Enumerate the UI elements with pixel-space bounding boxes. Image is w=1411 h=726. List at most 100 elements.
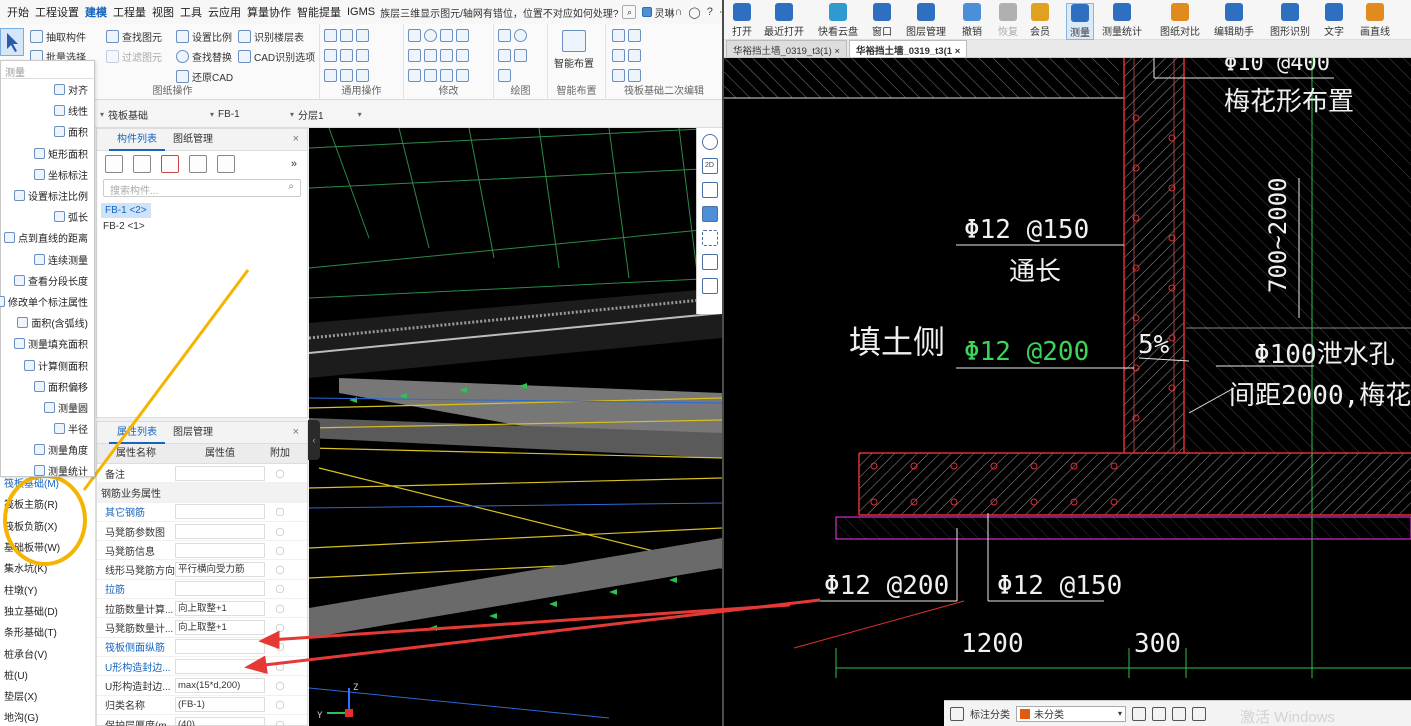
measure-item[interactable]: 测量圆 (1, 397, 94, 418)
category-item[interactable]: 筏板负筋(X) (0, 515, 95, 536)
toolbar-button[interactable]: 测量 (1066, 3, 1094, 40)
3d-model-view[interactable]: Y Z (309, 128, 722, 726)
zoom-extents-icon[interactable] (701, 230, 718, 246)
tab-layer-management[interactable]: 图层管理 (165, 422, 221, 444)
copy-icon[interactable] (1172, 706, 1186, 721)
property-value[interactable] (175, 504, 265, 520)
menu-cloud[interactable]: 云应用 (205, 4, 244, 20)
measure-item[interactable]: 对齐 (1, 79, 94, 100)
tab-component-list[interactable]: 构件列表 (109, 129, 165, 151)
toolbar-button[interactable]: 打开 (732, 3, 752, 38)
measure-search-input[interactable]: 测量 (1, 61, 94, 79)
component-item-fb2[interactable]: FB-2 <1> (97, 218, 307, 235)
property-value[interactable] (175, 639, 265, 655)
set-scale-button[interactable]: 设置比例 (176, 29, 232, 44)
document-tab-1[interactable]: 华裕挡土墙_0319_t3(1) × (726, 40, 847, 57)
property-add-checkbox[interactable]: ◯ (265, 662, 295, 671)
property-name[interactable]: 其它钢筋 (97, 504, 175, 519)
property-add-checkbox[interactable]: ◯ (265, 623, 295, 632)
display-settings-icon[interactable] (701, 254, 718, 270)
property-value[interactable]: 平行横向受力筋 (175, 562, 265, 578)
notification-icon[interactable]: ∩ (674, 6, 682, 19)
property-add-checkbox[interactable]: ◯ (265, 642, 295, 651)
toolbar-button[interactable]: 图层管理 (906, 3, 946, 38)
orbit-view-icon[interactable] (701, 134, 718, 150)
property-name[interactable]: 筏板侧面纵筋 (97, 639, 175, 654)
property-add-checkbox[interactable]: ◯ (265, 507, 295, 516)
toolbar-button[interactable]: 最近打开 (764, 3, 804, 38)
filter-element-button[interactable]: 过滤图元 (106, 49, 162, 64)
measure-item[interactable]: 修改单个标注属性 (0, 291, 94, 312)
measure-item[interactable]: 设置标注比例 (1, 185, 94, 206)
property-add-checkbox[interactable]: ◯ (265, 546, 295, 555)
solid-view-icon[interactable] (701, 206, 718, 222)
general-tool-1[interactable] (324, 29, 369, 42)
move-icon[interactable] (1152, 706, 1166, 721)
property-add-checkbox[interactable]: ◯ (265, 720, 295, 726)
menu-quantity[interactable]: 工程量 (110, 4, 149, 20)
close-icon[interactable]: × (955, 46, 961, 57)
component-type-combo[interactable]: ▾ 筏板基础 (100, 106, 148, 122)
cad-options-button[interactable]: CAD识别选项 (238, 49, 315, 64)
property-value[interactable]: max(15*d,200) (175, 677, 265, 693)
category-item[interactable]: 筏板主筋(R) (0, 493, 95, 514)
property-name[interactable]: U形构造封边... (97, 659, 175, 674)
copy-component-icon[interactable] (133, 155, 151, 173)
delete-component-icon[interactable] (161, 155, 179, 173)
measure-item[interactable]: 矩形面积 (1, 143, 94, 164)
measure-item[interactable]: 坐标标注 (1, 164, 94, 185)
property-add-checkbox[interactable]: ◯ (265, 700, 295, 709)
cad-drawing-canvas[interactable]: Φ10 @400 梅花形布置 Φ12 @150 通长 填土侧 Φ12 @200 … (724, 51, 1411, 726)
document-tab-2[interactable]: 华裕挡土墙_0319_t3(1 × (848, 40, 968, 57)
measure-item[interactable]: 面积偏移 (1, 376, 94, 397)
category-item[interactable]: 条形基础(T) (0, 621, 95, 642)
measure-item[interactable]: 面积 (1, 121, 94, 142)
property-add-checkbox[interactable]: ◯ (265, 469, 295, 478)
collapse-panel-handle[interactable]: ‹ (308, 420, 320, 460)
layer-combo[interactable]: ▾ 分层1 ▾ (290, 106, 362, 122)
toolbar-button[interactable]: 文字 (1324, 3, 1344, 38)
measure-item[interactable]: 计算侧面积 (1, 354, 94, 375)
toolbar-button[interactable]: 恢复 (998, 3, 1018, 38)
menu-start[interactable]: 开始 (4, 4, 32, 20)
menu-tools[interactable]: 工具 (177, 4, 205, 20)
identify-floor-table-button[interactable]: 识别楼层表 (238, 29, 304, 44)
close-icon[interactable]: × (834, 46, 840, 57)
measure-item[interactable]: 查看分段长度 (1, 270, 94, 291)
component-name-combo[interactable]: ▾ FB-1 (210, 106, 240, 122)
extract-component-button[interactable]: 抽取构件 (30, 29, 86, 44)
measure-item[interactable]: 点到直线的距离 (1, 227, 94, 248)
draw-tools-row3[interactable] (498, 69, 511, 82)
category-item[interactable]: 柱墩(Y) (0, 578, 95, 599)
property-value[interactable] (175, 581, 265, 597)
menu-smart-extract[interactable]: 智能提量 (294, 4, 344, 20)
toolbar-button[interactable]: 编辑助手 (1214, 3, 1254, 38)
property-value[interactable]: 向上取整+1 (175, 620, 265, 636)
toolbar-button[interactable]: 撤销 (962, 3, 982, 38)
property-add-checkbox[interactable]: ◯ (265, 565, 295, 574)
grid-view-icon[interactable] (950, 706, 964, 721)
property-value[interactable] (175, 523, 265, 539)
measure-item[interactable]: 测量填充面积 (1, 333, 94, 354)
layer-copy-icon[interactable] (189, 155, 207, 173)
user-info[interactable]: 灵琳 (638, 5, 674, 20)
edit-icon[interactable] (1132, 706, 1146, 721)
property-value[interactable] (175, 542, 265, 558)
2d-view-icon[interactable]: 2D (701, 158, 718, 174)
close-icon[interactable]: × (293, 426, 299, 438)
menu-view[interactable]: 视图 (149, 4, 177, 20)
menu-project-settings[interactable]: 工程设置 (32, 4, 82, 20)
select-pointer-button[interactable] (0, 28, 24, 56)
raft-tools-row2[interactable] (612, 49, 641, 62)
toolbar-button[interactable]: 窗口 (872, 3, 892, 38)
property-add-checkbox[interactable]: ◯ (265, 681, 295, 690)
measure-item[interactable]: 面积(含弧线) (1, 312, 94, 333)
modify-tools-row1[interactable] (408, 29, 469, 42)
layer-icon[interactable] (1192, 706, 1206, 721)
draw-tools-row2[interactable] (498, 49, 527, 62)
help-question-box[interactable]: 族层三维显示图元/轴网有错位，位置不对应如何处理? ⌕ (380, 5, 637, 20)
property-name[interactable]: 拉筋 (97, 581, 175, 596)
toolbar-button[interactable]: 快看云盘 (818, 3, 858, 38)
menu-modeling[interactable]: 建模 (82, 4, 110, 20)
search-icon[interactable]: ⌕ (622, 5, 637, 19)
